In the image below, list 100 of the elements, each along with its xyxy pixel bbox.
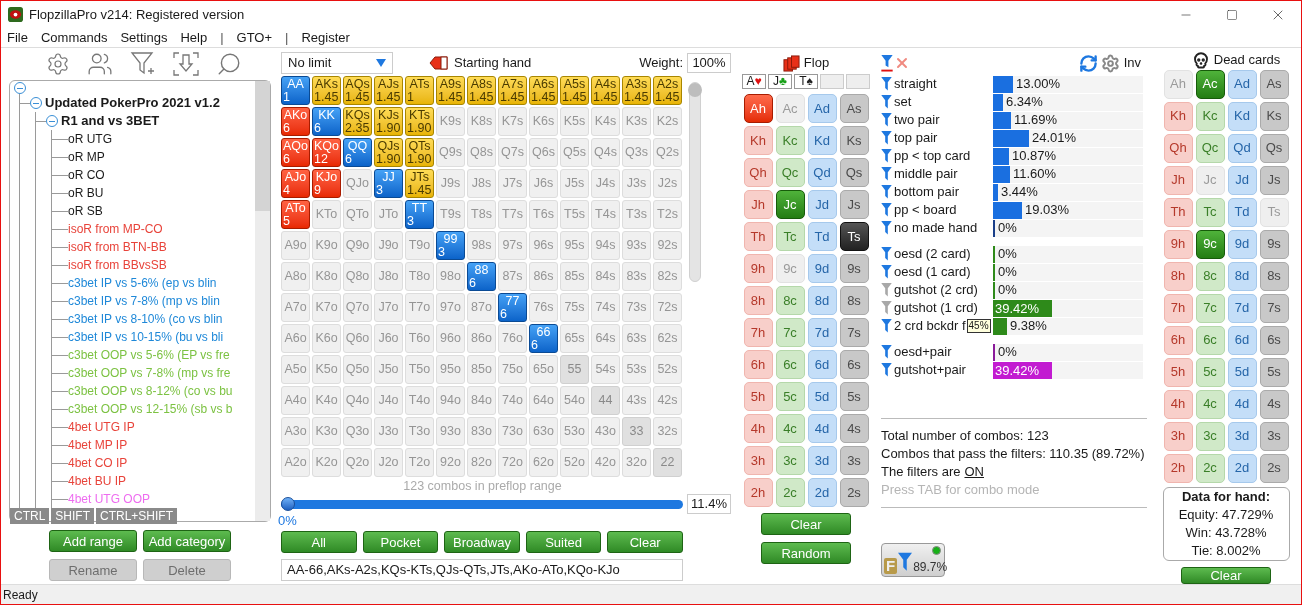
- card-button[interactable]: 3d: [1227, 421, 1257, 451]
- hand-cell[interactable]: 52o: [560, 448, 589, 477]
- hand-cell[interactable]: K6s: [529, 107, 558, 136]
- filter-icon[interactable]: [881, 149, 892, 163]
- hand-cell[interactable]: J8s: [467, 169, 496, 198]
- card-button[interactable]: Ts: [839, 222, 869, 251]
- hand-cell[interactable]: QTs 1.90: [405, 138, 434, 167]
- card-button[interactable]: Qh: [1163, 133, 1193, 163]
- hand-cell[interactable]: 32o: [622, 448, 651, 477]
- hand-cell[interactable]: 85o: [467, 355, 496, 384]
- hand-cell[interactable]: J3o: [374, 417, 403, 446]
- filter-icon[interactable]: [881, 319, 892, 333]
- card-button[interactable]: Kd: [1227, 101, 1257, 131]
- hand-cell[interactable]: 95s: [560, 231, 589, 260]
- hand-cell[interactable]: 42o: [591, 448, 620, 477]
- hand-cell[interactable]: ATo 5: [281, 200, 310, 229]
- filter-icon[interactable]: [881, 203, 892, 217]
- hand-cell[interactable]: 76s: [529, 293, 558, 322]
- card-button[interactable]: Kc: [775, 126, 805, 155]
- card-button[interactable]: 8h: [743, 286, 773, 315]
- card-button[interactable]: Js: [1259, 165, 1289, 195]
- filter-icon[interactable]: [881, 185, 892, 199]
- filter-toggle-button[interactable]: F 89.7%: [881, 543, 945, 577]
- hand-cell[interactable]: Q3s: [622, 138, 651, 167]
- hand-cell[interactable]: 72s: [653, 293, 682, 322]
- card-button[interactable]: Kc: [1195, 101, 1225, 131]
- hand-cell[interactable]: 42s: [653, 386, 682, 415]
- hand-cell[interactable]: 72o: [498, 448, 527, 477]
- filter-icon[interactable]: [881, 131, 892, 145]
- hand-cell[interactable]: Q8o: [343, 262, 372, 291]
- hand-cell[interactable]: 62o: [529, 448, 558, 477]
- hand-cell[interactable]: K8o: [312, 262, 341, 291]
- card-button[interactable]: Js: [839, 190, 869, 219]
- tree-item[interactable]: 4bet UTG IP: [68, 418, 135, 436]
- menu-item[interactable]: File: [7, 27, 28, 48]
- card-button[interactable]: 8c: [775, 286, 805, 315]
- hand-cell[interactable]: T2o: [405, 448, 434, 477]
- hand-cell[interactable]: 75s: [560, 293, 589, 322]
- hand-cell[interactable]: T9s: [436, 200, 465, 229]
- filter-icon[interactable]: [881, 95, 892, 109]
- hand-cell[interactable]: J4s: [591, 169, 620, 198]
- flop-card-slot[interactable]: T♠: [794, 74, 818, 89]
- menu-item[interactable]: GTO+: [236, 27, 273, 48]
- card-button[interactable]: Ks: [839, 126, 869, 155]
- tree-item[interactable]: c3bet IP vs 7-8% (mp vs blin: [68, 292, 220, 310]
- hand-cell[interactable]: A2s 1.45: [653, 76, 682, 105]
- card-button[interactable]: Jh: [1163, 165, 1193, 195]
- button[interactable]: Broadway: [444, 531, 520, 553]
- hand-cell[interactable]: 53o: [560, 417, 589, 446]
- card-button[interactable]: Qc: [1195, 133, 1225, 163]
- hand-cell[interactable]: 93o: [436, 417, 465, 446]
- hand-cell[interactable]: A5s 1.45: [560, 76, 589, 105]
- card-button[interactable]: 9s: [839, 254, 869, 283]
- hand-cell[interactable]: Q2o: [343, 448, 372, 477]
- hand-cell[interactable]: 74o: [498, 386, 527, 415]
- hand-cell[interactable]: A4s 1.45: [591, 76, 620, 105]
- card-button[interactable]: 9h: [1163, 229, 1193, 259]
- hand-cell[interactable]: K6o: [312, 324, 341, 353]
- slider-thumb[interactable]: [688, 83, 702, 97]
- hand-cell[interactable]: 43o: [591, 417, 620, 446]
- hand-cell[interactable]: T6s: [529, 200, 558, 229]
- hand-cell[interactable]: JTo: [374, 200, 403, 229]
- hand-cell[interactable]: T6o: [405, 324, 434, 353]
- filter-icon[interactable]: [881, 301, 892, 315]
- hand-cell[interactable]: Q5s: [560, 138, 589, 167]
- menu-item[interactable]: Settings: [120, 27, 168, 48]
- hand-cell[interactable]: QJs 1.90: [374, 138, 403, 167]
- hand-cell[interactable]: 43s: [622, 386, 651, 415]
- hand-cell[interactable]: 63o: [529, 417, 558, 446]
- hand-cell[interactable]: KJo 9: [312, 169, 341, 198]
- hand-cell[interactable]: J9o: [374, 231, 403, 260]
- card-button[interactable]: Jh: [743, 190, 773, 219]
- hand-cell[interactable]: 84s: [591, 262, 620, 291]
- card-button[interactable]: 7c: [1195, 293, 1225, 323]
- hand-cell[interactable]: AA 1: [281, 76, 310, 105]
- hand-cell[interactable]: J8o: [374, 262, 403, 291]
- hand-cell[interactable]: K7s: [498, 107, 527, 136]
- hand-cell[interactable]: 65s: [560, 324, 589, 353]
- hand-cell[interactable]: 95o: [436, 355, 465, 384]
- hand-cell[interactable]: JJ 3: [374, 169, 403, 198]
- card-button[interactable]: 6h: [743, 350, 773, 379]
- tree-item[interactable]: isoR from BTN-BB: [68, 238, 167, 256]
- tree-item[interactable]: Updated PokerPro 2021 v1.2: [45, 93, 220, 113]
- hand-cell[interactable]: K5o: [312, 355, 341, 384]
- filter-icon[interactable]: [881, 283, 892, 297]
- tree-item[interactable]: c3bet IP vs 5-6% (ep vs blin: [68, 274, 217, 292]
- refresh-icon[interactable]: [1078, 53, 1098, 73]
- hand-cell[interactable]: 55: [560, 355, 589, 384]
- card-button[interactable]: 3s: [839, 446, 869, 475]
- card-button[interactable]: As: [839, 94, 869, 123]
- filter-icon[interactable]: [881, 221, 892, 235]
- tree-item[interactable]: c3bet IP vs 8-10% (co vs blin: [68, 310, 223, 328]
- hand-cell[interactable]: QQ 6: [343, 138, 372, 167]
- tree-item[interactable]: c3bet OOP vs 12-15% (sb vs b: [68, 400, 233, 418]
- hand-cell[interactable]: 92o: [436, 448, 465, 477]
- hand-cell[interactable]: KK 6: [312, 107, 341, 136]
- card-button[interactable]: Tc: [775, 222, 805, 251]
- card-button[interactable]: 5c: [1195, 357, 1225, 387]
- tree-item[interactable]: c3bet OOP vs 8-12% (co vs bu: [68, 382, 233, 400]
- card-button[interactable]: 4d: [1227, 389, 1257, 419]
